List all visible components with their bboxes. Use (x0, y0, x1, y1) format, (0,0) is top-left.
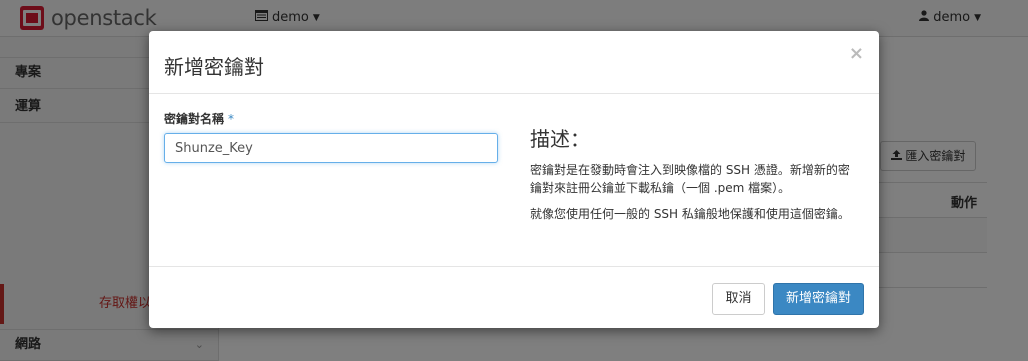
modal-footer: 取消 新增密鑰對 (149, 266, 879, 329)
modal-header: 新增密鑰對 × (149, 31, 879, 94)
required-mark: * (228, 112, 235, 126)
modal-title: 新增密鑰對 (164, 55, 264, 79)
description-title: 描述： (530, 127, 590, 151)
create-keypair-button[interactable]: 新增密鑰對 (773, 283, 864, 315)
keypair-name-input[interactable] (164, 133, 498, 163)
close-icon[interactable]: × (849, 43, 864, 64)
keypair-name-label: 密鑰對名稱 * (164, 110, 234, 127)
description-text: 密鑰對是在發動時會注入到映像檔的 SSH 憑證。新增新的密鑰對來註冊公鑰並下載私… (530, 163, 850, 195)
cancel-button[interactable]: 取消 (712, 283, 765, 315)
keypair-name-label-text: 密鑰對名稱 (164, 112, 225, 126)
description-panel: 描述： 密鑰對是在發動時會注入到映像檔的 SSH 憑證。新增新的密鑰對來註冊公鑰… (530, 123, 860, 231)
create-keypair-modal: 新增密鑰對 × 密鑰對名稱* 描述： 密鑰對是在發動時會注入到映像檔的 SSH … (149, 31, 879, 328)
description-text: 就像您使用任何一般的 SSH 私鑰般地保護和使用這個密鑰。 (530, 207, 850, 221)
